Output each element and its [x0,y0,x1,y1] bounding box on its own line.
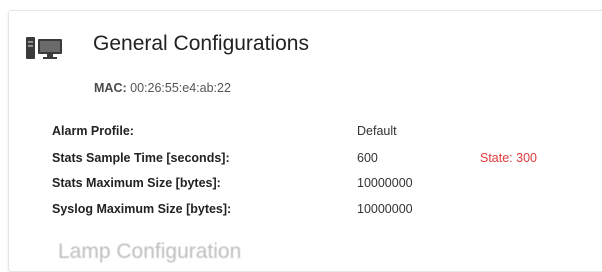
config-state: State: 300 [480,151,537,165]
next-section-title: Lamp Configuration [58,240,242,263]
config-value: 10000000 [357,176,413,190]
config-key: Stats Maximum Size [bytes]: [52,176,221,190]
section-title: General Configurations [93,32,309,55]
config-row-syslog-maximum-size: Syslog Maximum Size [bytes]: 10000000 [52,202,592,222]
config-value: 10000000 [357,202,413,216]
config-row-stats-maximum-size: Stats Maximum Size [bytes]: 10000000 [52,176,592,196]
config-key: Syslog Maximum Size [bytes]: [52,202,232,216]
mac-address: MAC: 00:26:55:e4:ab:22 [94,81,231,95]
config-key: Stats Sample Time [seconds]: [52,151,230,165]
config-value: 600 [357,151,378,165]
mac-value: 00:26:55:e4:ab:22 [130,81,231,95]
computer-icon [26,37,62,59]
config-row-stats-sample-time: Stats Sample Time [seconds]: 600 State: … [52,151,592,171]
config-key: Alarm Profile: [52,124,134,138]
config-row-alarm-profile: Alarm Profile: Default [52,124,592,144]
mac-label: MAC: [94,81,127,95]
config-value: Default [357,124,397,138]
